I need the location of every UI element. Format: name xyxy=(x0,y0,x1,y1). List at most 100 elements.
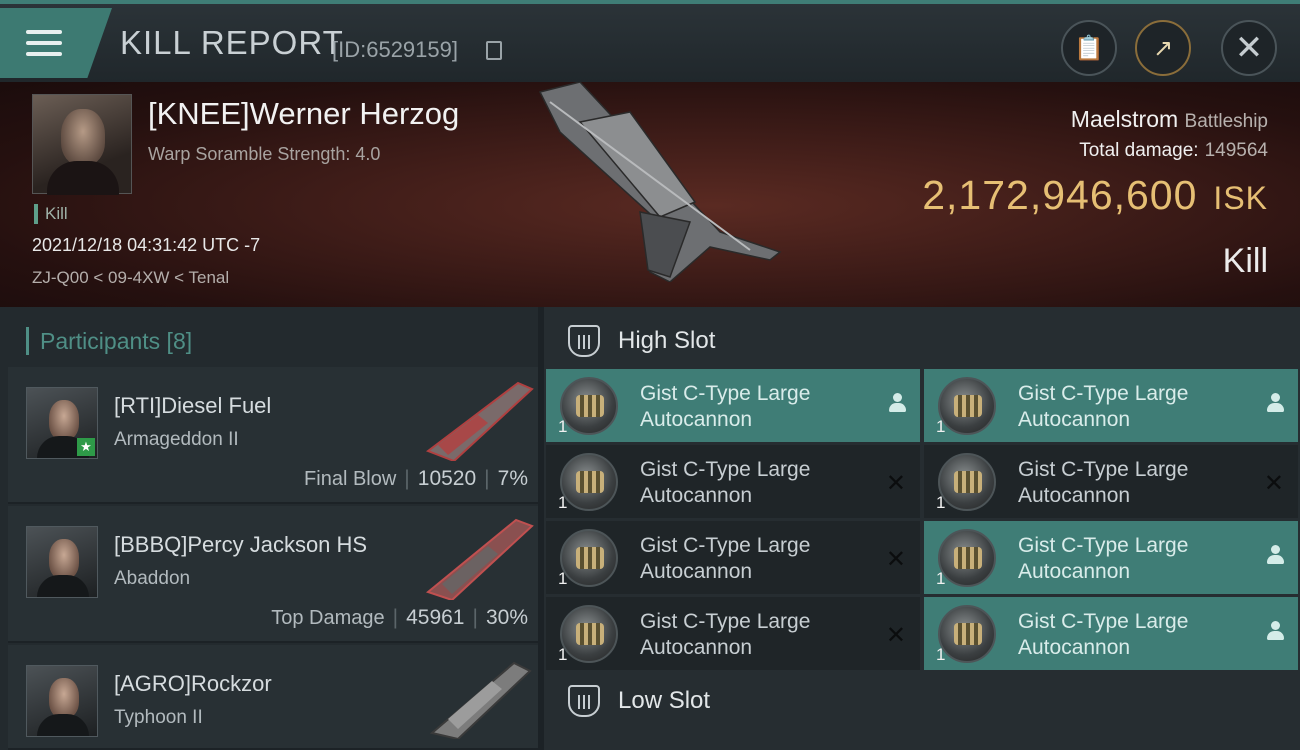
victim-portrait[interactable] xyxy=(32,94,132,195)
ship-name: Maelstrom xyxy=(1070,106,1179,132)
participant-ship: Typhoon II xyxy=(114,707,203,728)
clipboard-icon: 📋 xyxy=(1074,34,1104,62)
person-icon xyxy=(1266,545,1284,565)
autocannon-icon xyxy=(560,377,618,435)
autocannon-icon xyxy=(938,377,996,435)
module-qty: 1 xyxy=(936,645,946,664)
x-icon: ✕ xyxy=(885,622,906,649)
module-qty: 1 xyxy=(558,493,568,512)
hamburger-icon xyxy=(26,30,62,56)
isk-unit: ISK xyxy=(1213,180,1268,216)
module-item[interactable]: 1 Gist C-Type Large Autocannon ✕ xyxy=(546,445,920,518)
low-slot-header: Low Slot xyxy=(552,671,1300,731)
high-slot-label: High Slot xyxy=(618,327,716,354)
module-qty: 1 xyxy=(936,569,946,588)
participant-row[interactable]: [BBBQ]Percy Jackson HS Abaddon Top Damag… xyxy=(8,506,538,643)
isk-amount: 2,172,946,600 xyxy=(922,172,1198,218)
module-name: Gist C-Type Large Autocannon xyxy=(640,534,811,583)
avatar: ★ xyxy=(26,387,98,459)
clipboard-button[interactable]: 📋 xyxy=(1061,20,1117,76)
module-qty: 1 xyxy=(936,493,946,512)
high-slot-icon xyxy=(568,325,600,357)
participant-stats: Top Damage | 45961 | 30% xyxy=(271,606,528,629)
victim-ship[interactable]: Maelstrom Battleship xyxy=(1071,106,1268,133)
copy-icon[interactable] xyxy=(486,41,502,60)
participant-name: [AGRO]Rockzor xyxy=(114,671,272,696)
isk-value: 2,172,946,600 ISK xyxy=(922,172,1268,219)
person-icon xyxy=(1266,621,1284,641)
autocannon-icon xyxy=(938,529,996,587)
share-icon: ↗ xyxy=(1152,34,1174,62)
participants-header: Participants [8] xyxy=(26,327,192,355)
module-name: Gist C-Type Large Autocannon xyxy=(1018,534,1189,583)
fitting-panel: High Slot 1 Gist C-Type Large Autocannon… xyxy=(538,307,1300,750)
ship-class: Battleship xyxy=(1184,111,1268,132)
result-label: Kill xyxy=(1222,242,1268,280)
x-icon: ✕ xyxy=(885,546,906,573)
module-name: Gist C-Type Large Autocannon xyxy=(640,610,811,659)
participant-percent: 7% xyxy=(497,467,528,490)
victim-ship-image xyxy=(538,82,782,282)
module-name: Gist C-Type Large Autocannon xyxy=(1018,382,1189,431)
module-item[interactable]: 1 Gist C-Type Large Autocannon ✕ xyxy=(546,597,920,670)
participant-row[interactable]: [AGRO]Rockzor Typhoon II xyxy=(8,645,538,750)
module-item[interactable]: 1 Gist C-Type Large Autocannon xyxy=(924,521,1298,594)
autocannon-icon xyxy=(560,453,618,511)
kill-location[interactable]: ZJ-Q00 < 09-4XW < Tenal xyxy=(32,268,229,288)
person-icon xyxy=(1266,393,1284,413)
autocannon-icon xyxy=(938,453,996,511)
close-button[interactable]: ✕ xyxy=(1221,20,1277,76)
participants-panel: Participants [8] ★ [RTI]Diesel Fuel Arma… xyxy=(0,307,538,750)
avatar xyxy=(26,665,98,737)
total-damage: Total damage: 149564 xyxy=(1079,140,1268,162)
total-damage-label: Total damage: xyxy=(1079,140,1199,161)
x-icon: ✕ xyxy=(885,470,906,497)
star-icon: ★ xyxy=(77,438,95,456)
autocannon-icon xyxy=(560,605,618,663)
participant-damage: 45961 xyxy=(406,606,465,629)
module-item[interactable]: 1 Gist C-Type Large Autocannon ✕ xyxy=(924,445,1298,518)
top-bar: KILL REPORT [ID:6529159] 📋 ↗ ✕ xyxy=(0,0,1300,82)
participant-stats: Final Blow | 10520 | 7% xyxy=(304,467,528,490)
module-qty: 1 xyxy=(558,417,568,436)
menu-button[interactable] xyxy=(0,8,112,78)
share-button[interactable]: ↗ xyxy=(1135,20,1191,76)
module-name: Gist C-Type Large Autocannon xyxy=(640,458,811,507)
victim-name[interactable]: [KNEE]Werner Herzog xyxy=(148,96,459,132)
participant-ship-image xyxy=(425,381,534,461)
participant-name: [RTI]Diesel Fuel xyxy=(114,393,272,418)
module-item[interactable]: 1 Gist C-Type Large Autocannon xyxy=(924,369,1298,442)
participant-ship: Armageddon II xyxy=(114,429,239,450)
kill-datetime: 2021/12/18 04:31:42 UTC -7 xyxy=(32,235,261,255)
module-name: Gist C-Type Large Autocannon xyxy=(1018,458,1189,507)
participant-role: Final Blow xyxy=(304,468,397,490)
close-icon: ✕ xyxy=(1234,29,1264,67)
x-icon: ✕ xyxy=(1263,470,1284,497)
kill-tag: Kill xyxy=(34,204,68,224)
autocannon-icon xyxy=(560,529,618,587)
module-name: Gist C-Type Large Autocannon xyxy=(1018,610,1189,659)
kill-id: [ID:6529159] xyxy=(332,37,458,62)
avatar xyxy=(26,526,98,598)
participant-row[interactable]: ★ [RTI]Diesel Fuel Armageddon II Final B… xyxy=(8,367,538,504)
participant-damage: 10520 xyxy=(417,467,477,490)
high-slot-header: High Slot xyxy=(552,311,1300,371)
participant-percent: 30% xyxy=(485,606,528,629)
low-slot-icon xyxy=(568,685,600,717)
participant-ship-image xyxy=(429,661,532,739)
person-icon xyxy=(888,393,906,413)
module-qty: 1 xyxy=(558,645,568,664)
page-title: KILL REPORT xyxy=(120,24,344,61)
module-item[interactable]: 1 Gist C-Type Large Autocannon xyxy=(924,597,1298,670)
victim-banner: [KNEE]Werner Herzog Warp Soramble Streng… xyxy=(0,82,1300,307)
autocannon-icon xyxy=(938,605,996,663)
module-item[interactable]: 1 Gist C-Type Large Autocannon ✕ xyxy=(546,521,920,594)
participant-ship: Abaddon xyxy=(114,568,191,589)
participant-role: Top Damage xyxy=(271,607,385,629)
low-slot-label: Low Slot xyxy=(618,687,711,714)
total-damage-value: 149564 xyxy=(1204,140,1268,161)
module-item[interactable]: 1 Gist C-Type Large Autocannon xyxy=(546,369,920,442)
module-qty: 1 xyxy=(936,417,946,436)
module-qty: 1 xyxy=(558,569,568,588)
victim-subtitle: Warp Soramble Strength: 4.0 xyxy=(148,144,381,164)
